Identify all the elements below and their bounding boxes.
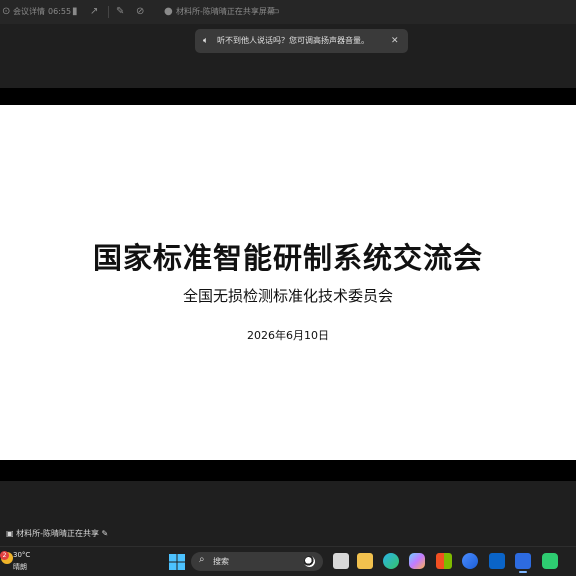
taskbar-search[interactable]: ⌕ 搜索 <box>191 552 323 571</box>
sharing-banner: 材料所-陈晴晴正在共享屏幕 <box>176 7 275 16</box>
copilot-icon[interactable] <box>409 553 425 569</box>
chat-app-icon[interactable] <box>542 553 558 569</box>
shared-slide: 国家标准智能研制系统交流会 全国无损检测标准化技术委员会 2026年6月10日 <box>0 105 576 460</box>
slide-date: 2026年6月10日 <box>247 329 329 342</box>
expand-icon[interactable]: ▭ <box>270 0 279 24</box>
share-status-text: 材料所-陈晴晴正在共享 <box>16 529 99 538</box>
meeting-info-label[interactable]: 会议详情 <box>13 0 45 24</box>
app-icon[interactable] <box>462 553 478 569</box>
edit-icon[interactable]: ✎ <box>102 529 109 538</box>
signal-icon[interactable]: ▮ <box>72 0 78 24</box>
hide-video-icon[interactable]: ⊘ <box>136 0 144 24</box>
search-label: 搜索 <box>213 557 229 566</box>
file-explorer-icon[interactable] <box>357 553 373 569</box>
speaker-icon: 🔈︎ <box>203 36 209 46</box>
edge-icon[interactable] <box>383 553 399 569</box>
toast-message: 听不到他人说话吗？您可调高扬声器音量。 <box>217 36 369 45</box>
speaker-volume-toast: 🔈︎ 听不到他人说话吗？您可调高扬声器音量。 ✕ <box>195 29 408 53</box>
meeting-app-icon[interactable] <box>515 553 531 573</box>
letterbox-bottom <box>0 460 576 481</box>
slide-subtitle: 全国无损检测标准化技术委员会 <box>182 287 393 305</box>
share-status: ▣ 材料所-陈晴晴正在共享 ✎ <box>6 526 108 542</box>
outlook-icon[interactable] <box>489 553 505 569</box>
windows-start-icon[interactable] <box>169 554 185 570</box>
task-view-icon[interactable] <box>333 553 349 569</box>
close-icon[interactable]: ✕ <box>391 29 399 53</box>
weather-description[interactable]: 晴朗 <box>13 562 27 572</box>
screen-share-icon: ▣ <box>6 529 14 538</box>
meeting-toolbar: ⊙ 会议详情 06:55 ▮ ↗ ✎ ⊘ ● 材料所-陈晴晴正在共享屏幕 ▭ <box>0 0 576 24</box>
elapsed-time: 06:55 <box>48 7 72 16</box>
search-icon: ⌕ <box>199 554 205 565</box>
annotate-icon[interactable]: ✎ <box>116 0 124 24</box>
letterbox-top <box>0 88 576 105</box>
meeting-info-icon[interactable]: ⊙ <box>2 0 10 24</box>
presenter-avatar-icon: ● <box>164 6 173 17</box>
weather-badge: 2 <box>0 551 9 560</box>
toolbar-divider <box>108 6 109 18</box>
store-icon[interactable] <box>436 553 452 569</box>
weather-temperature[interactable]: 30°C <box>13 551 30 559</box>
search-highlight-icon <box>304 556 315 567</box>
open-external-icon[interactable]: ↗ <box>90 0 98 24</box>
slide-title: 国家标准智能研制系统交流会 <box>92 241 483 275</box>
